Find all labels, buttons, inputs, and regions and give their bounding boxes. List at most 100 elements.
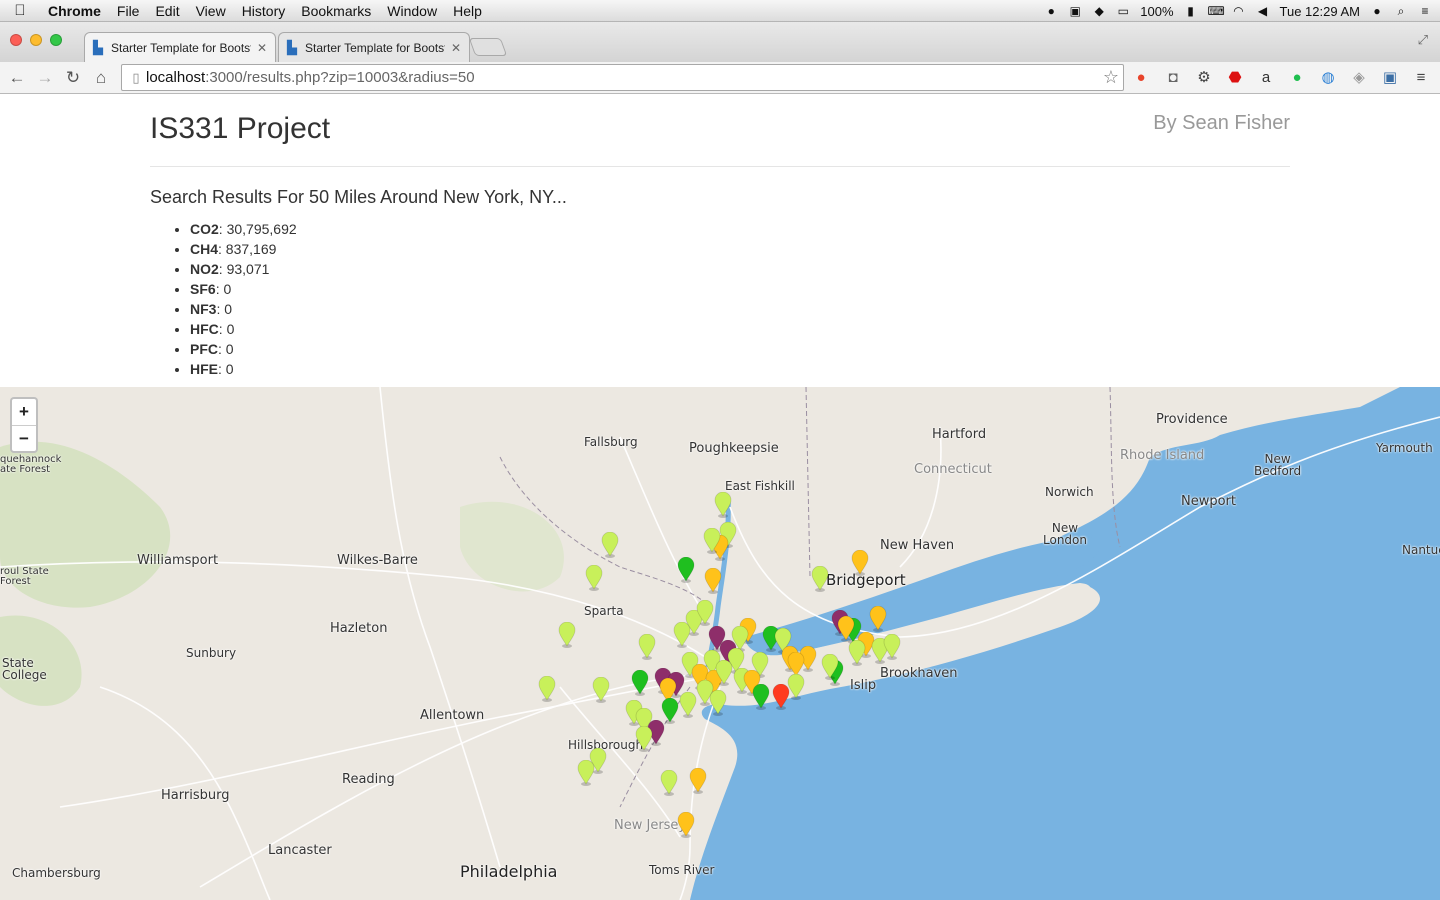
menu-view[interactable]: View — [188, 3, 234, 19]
home-icon[interactable]: ⌂ — [90, 67, 112, 89]
close-tab-icon[interactable]: ✕ — [451, 41, 461, 55]
gas-name: PFC — [190, 341, 218, 357]
gas-name: NO2 — [190, 261, 219, 277]
menu-app-name[interactable]: Chrome — [40, 3, 109, 19]
facility-marker-lightgreen[interactable] — [811, 566, 829, 592]
page-header: IS331 Project By Sean Fisher — [150, 95, 1290, 167]
extension-camera-icon[interactable]: ▣ — [1379, 67, 1401, 89]
airplay-icon[interactable]: ▭ — [1116, 4, 1130, 18]
facility-marker-lightgreen[interactable] — [848, 640, 866, 666]
facility-marker-lightgreen[interactable] — [714, 492, 732, 518]
map-label-sunbury: Sunbury — [186, 646, 237, 660]
facility-marker-lightgreen[interactable] — [635, 726, 653, 752]
notification-center-icon[interactable]: ≡ — [1418, 4, 1432, 18]
map-label-harrisburg: Harrisburg — [161, 788, 230, 803]
back-arrow-icon[interactable]: ← — [6, 67, 28, 89]
bookmark-star-icon[interactable]: ☆ — [1103, 67, 1119, 88]
facility-marker-lightgreen[interactable] — [558, 622, 576, 648]
screen-icon[interactable]: ▣ — [1068, 4, 1082, 18]
site-favicon-icon: ▙ — [93, 39, 103, 55]
globe-icon[interactable]: ◍ — [1317, 67, 1339, 89]
menu-window[interactable]: Window — [379, 3, 445, 19]
facility-marker-lightgreen[interactable] — [577, 760, 595, 786]
zoom-out-button[interactable]: − — [12, 425, 36, 451]
extension-santa-icon[interactable]: ● — [1130, 67, 1152, 89]
dropbox-icon[interactable]: ◆ — [1092, 4, 1106, 18]
facility-marker-green[interactable] — [631, 670, 649, 696]
map-label-state-forest: quehannock ate Forest — [0, 454, 62, 475]
map-label-brookhaven: Brookhaven — [880, 666, 958, 681]
wifi-icon[interactable]: ◠ — [1232, 4, 1246, 18]
facility-marker-orange[interactable] — [677, 812, 695, 838]
facility-marker-orange[interactable] — [689, 768, 707, 794]
facility-marker-lightgreen[interactable] — [821, 654, 839, 680]
extension-off-icon[interactable]: ◈ — [1348, 67, 1370, 89]
close-window-button[interactable] — [10, 34, 22, 46]
facility-marker-orange[interactable] — [851, 550, 869, 576]
tab-strip: ▙ Starter Template for Bootst ✕ ▙ Starte… — [0, 22, 1440, 62]
results-heading: Search Results For 50 Miles Around New Y… — [150, 187, 567, 207]
map-label-islip: Islip — [850, 678, 877, 693]
forward-arrow-icon[interactable]: → — [34, 67, 56, 89]
clock[interactable]: Tue 12:29 AM — [1280, 4, 1360, 19]
apple-icon[interactable]:  — [0, 2, 40, 19]
facility-marker-lightgreen[interactable] — [679, 692, 697, 718]
adblock-icon[interactable]: ⬣ — [1224, 67, 1246, 89]
facility-marker-orange[interactable] — [837, 616, 855, 642]
gas-value: 0 — [226, 321, 235, 337]
spotlight-icon[interactable]: ⌕ — [1394, 4, 1408, 18]
emissions-map[interactable]: + − Providence Hartford Fallsburg Poughk… — [0, 387, 1440, 900]
zoom-window-button[interactable] — [50, 34, 62, 46]
address-bar[interactable]: ▯ localhost :3000/results.php?zip=10003&… — [121, 64, 1124, 91]
map-label-state-college: State College — [2, 656, 47, 682]
facility-marker-lightgreen[interactable] — [696, 600, 714, 626]
close-tab-icon[interactable]: ✕ — [257, 41, 267, 55]
facility-marker-lightgreen[interactable] — [703, 528, 721, 554]
facility-marker-lightgreen[interactable] — [592, 677, 610, 703]
facility-marker-lightgreen[interactable] — [787, 674, 805, 700]
zoom-in-button[interactable]: + — [12, 399, 36, 425]
zoom-control: + − — [10, 397, 38, 453]
amazon-icon[interactable]: a — [1255, 67, 1277, 89]
minimize-window-button[interactable] — [30, 34, 42, 46]
reload-icon[interactable]: ↻ — [62, 67, 84, 89]
forest-area — [460, 501, 564, 592]
gas-value: 0 — [225, 361, 234, 377]
tab-starter-template-1[interactable]: ▙ Starter Template for Bootst ✕ — [84, 32, 276, 62]
map-label-new-bedford: New Bedford — [1254, 452, 1302, 478]
facility-marker-lightgreen[interactable] — [660, 770, 678, 796]
volume-icon[interactable]: ◀ — [1256, 4, 1270, 18]
evernote-icon[interactable]: ● — [1286, 67, 1308, 89]
settings-gear-icon[interactable]: ⚙ — [1193, 67, 1215, 89]
keyboard-icon[interactable]: ⌨ — [1208, 4, 1225, 18]
battery-percent[interactable]: 100% — [1140, 4, 1173, 19]
map-label-providence: Providence — [1156, 412, 1228, 427]
facility-marker-orange[interactable] — [704, 568, 722, 594]
facility-marker-lightgreen[interactable] — [585, 565, 603, 591]
facility-marker-lightgreen[interactable] — [883, 634, 901, 660]
gas-name: HFC — [190, 321, 219, 337]
notification-icon[interactable]: ● — [1044, 4, 1058, 18]
map-label-hartford: Hartford — [932, 427, 987, 442]
menu-history[interactable]: History — [234, 3, 294, 19]
menu-file[interactable]: File — [109, 3, 148, 19]
menu-edit[interactable]: Edit — [147, 3, 187, 19]
pocket-icon[interactable]: ◘ — [1162, 67, 1184, 89]
map-label-philadelphia: Philadelphia — [460, 862, 558, 881]
battery-icon[interactable]: ▮ — [1184, 4, 1198, 18]
facility-marker-lightgreen[interactable] — [709, 690, 727, 716]
facility-marker-green[interactable] — [677, 557, 695, 583]
facility-marker-lightgreen[interactable] — [601, 532, 619, 558]
tab-starter-template-2[interactable]: ▙ Starter Template for Bootst ✕ — [278, 32, 470, 62]
facility-marker-green[interactable] — [752, 684, 770, 710]
facility-marker-lightgreen[interactable] — [538, 676, 556, 702]
facility-marker-lightgreen[interactable] — [638, 634, 656, 660]
menu-bookmarks[interactable]: Bookmarks — [293, 3, 379, 19]
user-icon[interactable]: ● — [1370, 4, 1384, 18]
menu-hamburger-icon[interactable]: ≡ — [1410, 67, 1432, 89]
new-tab-button[interactable] — [468, 38, 508, 56]
menu-help[interactable]: Help — [445, 3, 490, 19]
fullscreen-icon[interactable]: ⤢ — [1418, 32, 1428, 48]
facility-marker-lightgreen[interactable] — [715, 660, 733, 686]
facility-marker-orange[interactable] — [869, 606, 887, 632]
